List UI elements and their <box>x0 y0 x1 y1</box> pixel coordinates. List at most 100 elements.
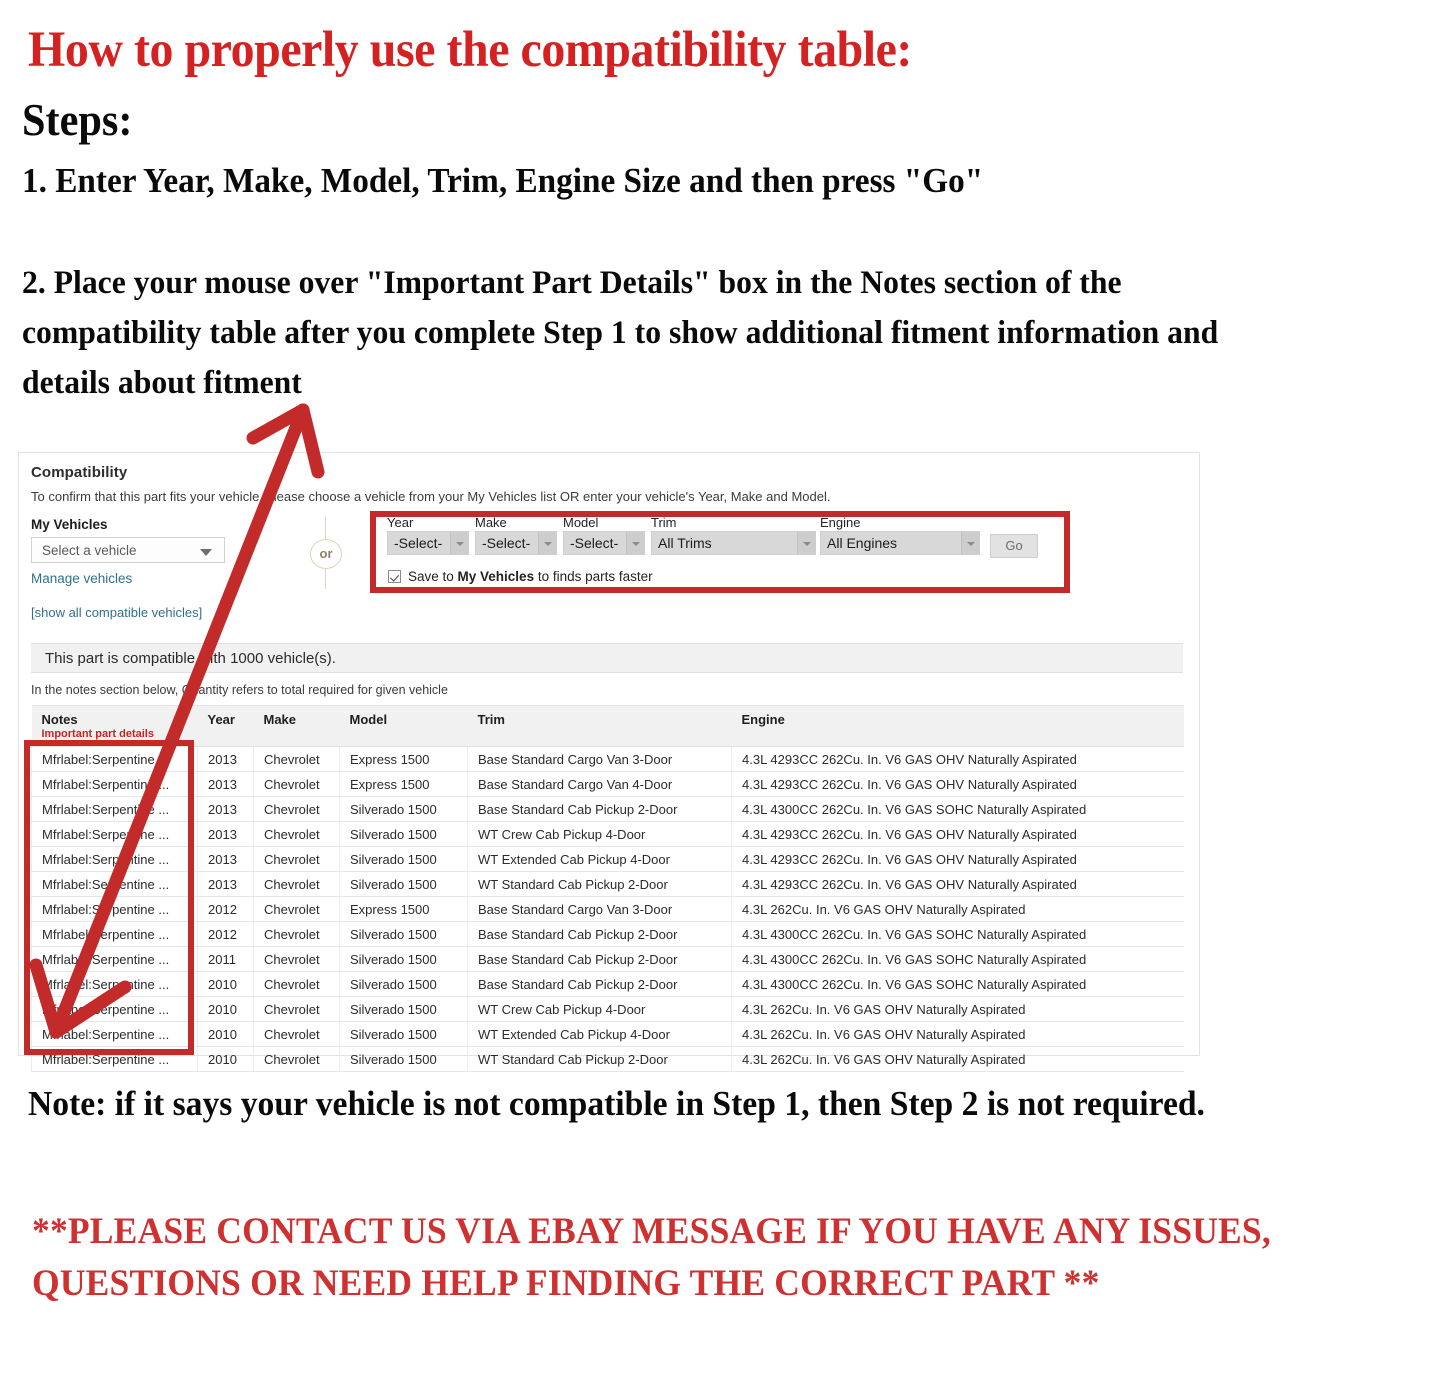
cell-make: Chevrolet <box>253 946 340 972</box>
engine-header-label: Engine <box>741 712 785 727</box>
compatible-count-banner: This part is compatible with 1000 vehicl… <box>31 643 1183 673</box>
cell-model: Silverado 1500 <box>339 996 468 1022</box>
annotation-rect-vehicle-form <box>370 511 1070 593</box>
note-text: Note: if it says your vehicle is not com… <box>28 1084 1205 1123</box>
cell-make: Chevrolet <box>253 1046 340 1072</box>
table-row: Mfrlabel:Serpentine ... 2010 Chevrolet Silv… <box>31 971 1184 997</box>
table-row: Mfrlabel:Serpentine ... 2013 Chevrolet Silv… <box>31 796 1184 822</box>
compatibility-table: Notes Important part details Year Make M… <box>31 705 1184 1072</box>
cell-engine: 4.3L 4300CC 262Cu. In. V6 GAS SOHC Natur… <box>731 946 1184 972</box>
cell-trim: Base Standard Cab Pickup 2-Door <box>467 921 732 947</box>
cell-trim: Base Standard Cargo Van 4-Door <box>467 771 732 797</box>
page-title: How to properly use the compatibility ta… <box>28 22 912 78</box>
cell-year: 2013 <box>197 746 254 772</box>
table-row: Mfrlabel:Serpentine ... 2013 Chevrolet Silv… <box>31 821 1184 847</box>
compatible-count-text: This part is compatible with 1000 vehicl… <box>45 650 336 667</box>
cell-engine: 4.3L 4293CC 262Cu. In. V6 GAS OHV Natura… <box>731 746 1184 772</box>
table-row: Mfrlabel:Serpentine ... 2012 Chevrolet Expr… <box>31 896 1184 922</box>
cell-make: Chevrolet <box>253 771 340 797</box>
cell-year: 2010 <box>197 1046 254 1072</box>
cell-model: Express 1500 <box>339 896 468 922</box>
table-row: Mfrlabel:Serpentine ... 2013 Chevrolet Expr… <box>31 771 1184 797</box>
quantity-note: In the notes section below, Quantity ref… <box>31 683 448 697</box>
cell-trim: Base Standard Cargo Van 3-Door <box>467 896 732 922</box>
cell-engine: 4.3L 4293CC 262Cu. In. V6 GAS OHV Natura… <box>731 821 1184 847</box>
compatibility-table-body: Mfrlabel:Serpentine ... 2013 Chevrolet Expr… <box>31 746 1184 1072</box>
cell-year: 2012 <box>197 896 254 922</box>
cell-year: 2013 <box>197 871 254 897</box>
step-2-text: 2. Place your mouse over "Important Part… <box>22 265 1219 401</box>
cell-trim: WT Extended Cab Pickup 4-Door <box>467 1021 732 1047</box>
trim-header-label: Trim <box>477 712 505 727</box>
table-row: Mfrlabel:Serpentine ... 2013 Chevrolet Silv… <box>31 871 1184 897</box>
cell-engine: 4.3L 262Cu. In. V6 GAS OHV Naturally Asp… <box>731 896 1184 922</box>
cell-model: Silverado 1500 <box>339 821 468 847</box>
cell-year: 2013 <box>197 796 254 822</box>
column-header-trim[interactable]: Trim <box>467 705 732 747</box>
table-header-row: Notes Important part details Year Make M… <box>31 705 1184 747</box>
cell-engine: 4.3L 4293CC 262Cu. In. V6 GAS OHV Natura… <box>731 771 1184 797</box>
table-row: Mfrlabel:Serpentine ... 2010 Chevrolet Silv… <box>31 996 1184 1022</box>
cell-trim: WT Standard Cab Pickup 2-Door <box>467 871 732 897</box>
cell-year: 2012 <box>197 921 254 947</box>
column-header-make[interactable]: Make <box>253 705 340 747</box>
my-vehicles-label: My Vehicles <box>31 517 108 532</box>
cell-model: Silverado 1500 <box>339 946 468 972</box>
make-header-label: Make <box>263 712 297 727</box>
cell-model: Silverado 1500 <box>339 921 468 947</box>
cell-trim: Base Standard Cab Pickup 2-Door <box>467 796 732 822</box>
or-divider-label: or <box>319 546 333 561</box>
cell-engine: 4.3L 4293CC 262Cu. In. V6 GAS OHV Natura… <box>731 871 1184 897</box>
important-part-details-label: Important part details <box>41 728 154 740</box>
notes-header-label: Notes <box>41 712 78 727</box>
cell-engine: 4.3L 262Cu. In. V6 GAS OHV Naturally Asp… <box>731 1046 1184 1072</box>
table-row: Mfrlabel:Serpentine ... 2013 Chevrolet Expr… <box>31 746 1184 772</box>
cell-make: Chevrolet <box>253 821 340 847</box>
column-header-engine[interactable]: Engine <box>731 705 1184 747</box>
or-divider-bubble: or <box>310 539 342 569</box>
my-vehicles-select-value: Select a vehicle <box>42 543 137 558</box>
steps-label: Steps: <box>22 95 133 145</box>
cell-year: 2011 <box>197 946 254 972</box>
contact-text: **PLEASE CONTACT US VIA EBAY MESSAGE IF … <box>32 1211 1271 1304</box>
my-vehicles-select[interactable]: Select a vehicle <box>31 537 225 563</box>
cell-model: Silverado 1500 <box>339 796 468 822</box>
cell-trim: WT Crew Cab Pickup 4-Door <box>467 996 732 1022</box>
show-all-compatible-vehicles-link[interactable]: [show all compatible vehicles] <box>31 605 202 620</box>
cell-year: 2010 <box>197 1021 254 1047</box>
cell-year: 2013 <box>197 821 254 847</box>
cell-trim: Base Standard Cab Pickup 2-Door <box>467 946 732 972</box>
compatibility-heading: Compatibility <box>31 464 128 481</box>
cell-trim: WT Crew Cab Pickup 4-Door <box>467 821 732 847</box>
cell-engine: 4.3L 262Cu. In. V6 GAS OHV Naturally Asp… <box>731 1021 1184 1047</box>
column-header-model[interactable]: Model <box>339 705 468 747</box>
cell-make: Chevrolet <box>253 746 340 772</box>
table-row: Mfrlabel:Serpentine ... 2011 Chevrolet Silv… <box>31 946 1184 972</box>
cell-engine: 4.3L 4300CC 262Cu. In. V6 GAS SOHC Natur… <box>731 796 1184 822</box>
cell-trim: Base Standard Cargo Van 3-Door <box>467 746 732 772</box>
or-divider: or <box>301 517 351 589</box>
cell-trim: WT Extended Cab Pickup 4-Door <box>467 846 732 872</box>
cell-make: Chevrolet <box>253 971 340 997</box>
cell-make: Chevrolet <box>253 1021 340 1047</box>
cell-model: Silverado 1500 <box>339 871 468 897</box>
column-header-year[interactable]: Year <box>197 705 254 747</box>
year-header-label: Year <box>207 712 235 727</box>
chevron-down-icon <box>200 549 212 556</box>
cell-model: Silverado 1500 <box>339 971 468 997</box>
compatibility-description: To confirm that this part fits your vehi… <box>31 489 831 504</box>
cell-make: Chevrolet <box>253 921 340 947</box>
cell-engine: 4.3L 4300CC 262Cu. In. V6 GAS SOHC Natur… <box>731 971 1184 997</box>
cell-year: 2010 <box>197 996 254 1022</box>
manage-vehicles-link[interactable]: Manage vehicles <box>31 571 132 586</box>
cell-make: Chevrolet <box>253 846 340 872</box>
cell-make: Chevrolet <box>253 871 340 897</box>
annotation-rect-notes-column <box>24 740 194 1055</box>
cell-model: Silverado 1500 <box>339 1046 468 1072</box>
cell-trim: Base Standard Cab Pickup 2-Door <box>467 971 732 997</box>
cell-trim: WT Standard Cab Pickup 2-Door <box>467 1046 732 1072</box>
cell-year: 2013 <box>197 771 254 797</box>
step-1-text: 1. Enter Year, Make, Model, Trim, Engine… <box>22 161 984 200</box>
cell-engine: 4.3L 262Cu. In. V6 GAS OHV Naturally Asp… <box>731 996 1184 1022</box>
table-row: Mfrlabel:Serpentine ... 2012 Chevrolet Silv… <box>31 921 1184 947</box>
